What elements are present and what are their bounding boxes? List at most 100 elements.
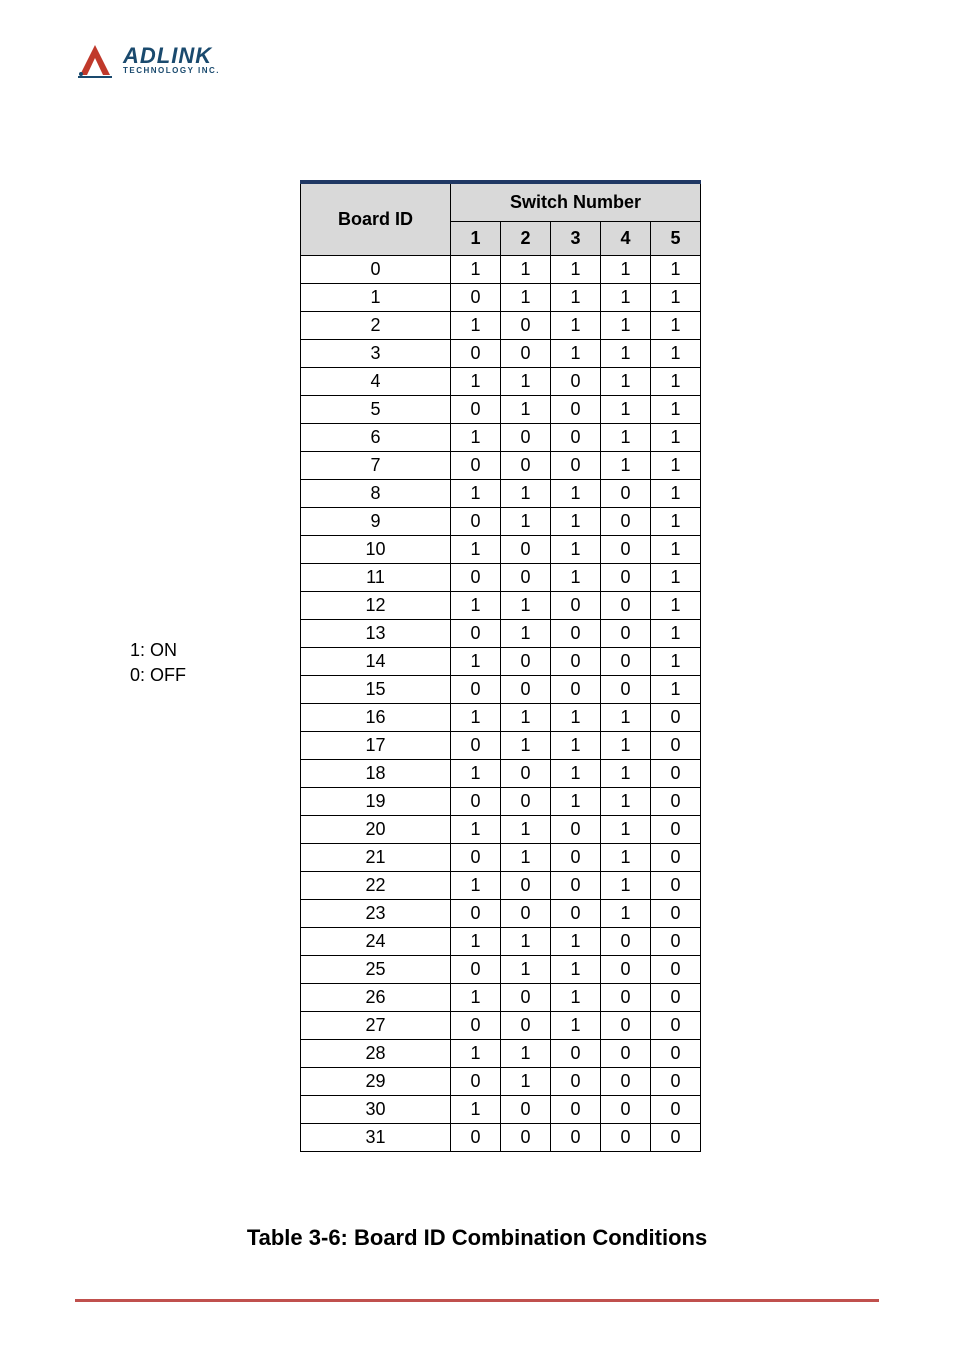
table-row: 1810110 <box>301 760 701 788</box>
cell-switch: 1 <box>501 480 551 508</box>
cell-switch: 1 <box>601 396 651 424</box>
cell-switch: 0 <box>651 984 701 1012</box>
cell-switch: 1 <box>551 1012 601 1040</box>
cell-switch: 0 <box>451 340 501 368</box>
cell-switch: 0 <box>451 396 501 424</box>
cell-switch: 0 <box>601 1012 651 1040</box>
cell-switch: 1 <box>651 676 701 704</box>
cell-switch: 0 <box>601 956 651 984</box>
cell-switch: 0 <box>651 816 701 844</box>
cell-switch: 0 <box>551 592 601 620</box>
cell-switch: 0 <box>501 452 551 480</box>
cell-switch: 1 <box>501 816 551 844</box>
cell-switch: 0 <box>501 984 551 1012</box>
cell-switch: 0 <box>601 984 651 1012</box>
table-row: 1010101 <box>301 536 701 564</box>
cell-board-id: 15 <box>301 676 451 704</box>
cell-board-id: 26 <box>301 984 451 1012</box>
cell-switch: 0 <box>551 648 601 676</box>
cell-switch: 1 <box>551 480 601 508</box>
cell-switch: 1 <box>501 396 551 424</box>
cell-switch: 0 <box>601 536 651 564</box>
cell-switch: 1 <box>651 368 701 396</box>
cell-switch: 1 <box>551 984 601 1012</box>
cell-switch: 1 <box>651 340 701 368</box>
cell-switch: 1 <box>501 1040 551 1068</box>
legend: 1: ON 0: OFF <box>130 638 186 688</box>
cell-switch: 0 <box>451 844 501 872</box>
cell-switch: 0 <box>501 312 551 340</box>
cell-switch: 0 <box>651 844 701 872</box>
cell-board-id: 19 <box>301 788 451 816</box>
cell-switch: 1 <box>651 564 701 592</box>
cell-switch: 1 <box>601 732 651 760</box>
cell-switch: 0 <box>651 704 701 732</box>
cell-switch: 0 <box>551 368 601 396</box>
cell-board-id: 3 <box>301 340 451 368</box>
cell-switch: 1 <box>551 312 601 340</box>
table-row: 411011 <box>301 368 701 396</box>
legend-off: 0: OFF <box>130 663 186 688</box>
cell-board-id: 22 <box>301 872 451 900</box>
table-row: 2901000 <box>301 1068 701 1096</box>
cell-switch: 0 <box>501 1096 551 1124</box>
cell-switch: 1 <box>501 732 551 760</box>
cell-switch: 1 <box>651 396 701 424</box>
cell-switch: 1 <box>501 844 551 872</box>
cell-switch: 0 <box>651 760 701 788</box>
logo-name: ADLINK <box>123 45 220 67</box>
cell-switch: 0 <box>551 396 601 424</box>
cell-switch: 1 <box>551 508 601 536</box>
cell-switch: 1 <box>501 256 551 284</box>
cell-switch: 1 <box>451 424 501 452</box>
header-col-5: 5 <box>651 222 701 256</box>
cell-board-id: 23 <box>301 900 451 928</box>
cell-board-id: 30 <box>301 1096 451 1124</box>
cell-board-id: 12 <box>301 592 451 620</box>
header-switch-number: Switch Number <box>451 182 701 222</box>
cell-switch: 1 <box>551 956 601 984</box>
cell-board-id: 17 <box>301 732 451 760</box>
table-row: 3100000 <box>301 1124 701 1152</box>
cell-switch: 0 <box>551 1096 601 1124</box>
cell-switch: 0 <box>601 928 651 956</box>
cell-board-id: 2 <box>301 312 451 340</box>
cell-switch: 0 <box>551 900 601 928</box>
table-caption: Table 3-6: Board ID Combination Conditio… <box>0 1225 954 1251</box>
table-row: 2210010 <box>301 872 701 900</box>
cell-switch: 0 <box>451 564 501 592</box>
cell-switch: 1 <box>651 620 701 648</box>
cell-switch: 0 <box>601 1096 651 1124</box>
cell-switch: 0 <box>651 732 701 760</box>
cell-switch: 1 <box>551 760 601 788</box>
cell-switch: 1 <box>601 816 651 844</box>
cell-switch: 0 <box>501 872 551 900</box>
cell-switch: 0 <box>651 1124 701 1152</box>
cell-switch: 0 <box>451 1068 501 1096</box>
cell-switch: 1 <box>451 704 501 732</box>
cell-switch: 1 <box>551 732 601 760</box>
table-row: 1100101 <box>301 564 701 592</box>
cell-board-id: 9 <box>301 508 451 536</box>
cell-switch: 0 <box>451 508 501 536</box>
table-row: 011111 <box>301 256 701 284</box>
cell-switch: 1 <box>601 284 651 312</box>
cell-board-id: 31 <box>301 1124 451 1152</box>
cell-switch: 1 <box>651 648 701 676</box>
cell-switch: 1 <box>451 592 501 620</box>
cell-switch: 0 <box>501 648 551 676</box>
cell-switch: 1 <box>551 704 601 732</box>
cell-switch: 1 <box>601 368 651 396</box>
cell-switch: 1 <box>601 340 651 368</box>
table-row: 2411100 <box>301 928 701 956</box>
cell-switch: 0 <box>551 620 601 648</box>
table-row: 1410001 <box>301 648 701 676</box>
cell-switch: 0 <box>651 788 701 816</box>
cell-switch: 1 <box>651 256 701 284</box>
cell-switch: 1 <box>601 256 651 284</box>
cell-switch: 0 <box>451 1012 501 1040</box>
cell-switch: 0 <box>451 1124 501 1152</box>
cell-switch: 0 <box>501 676 551 704</box>
table-row: 210111 <box>301 312 701 340</box>
cell-switch: 0 <box>651 900 701 928</box>
